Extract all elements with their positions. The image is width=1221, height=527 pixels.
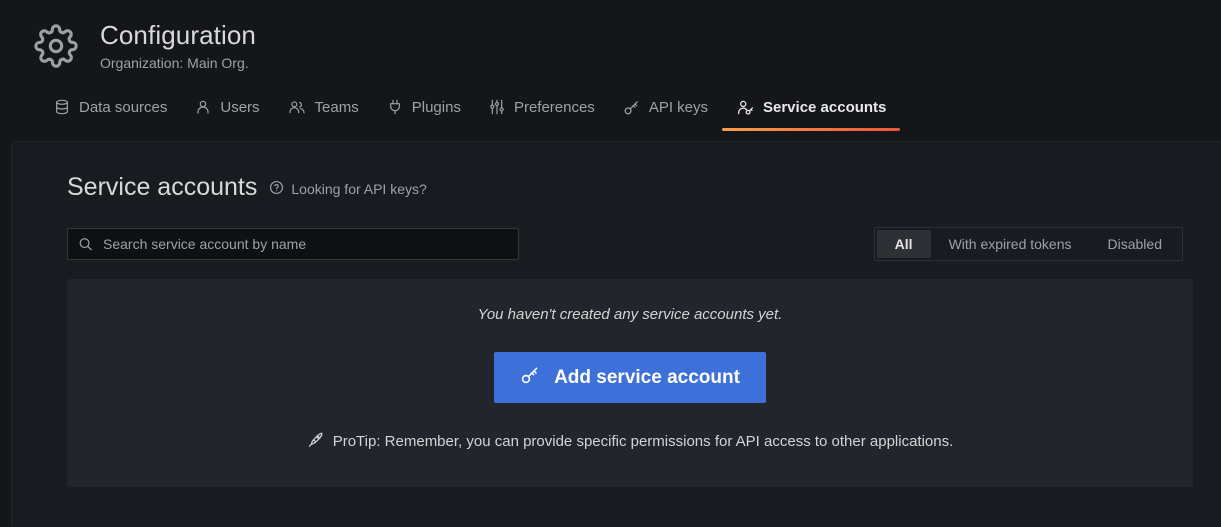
header-title-row: Configuration Organization: Main Org. (0, 0, 1221, 82)
tab-label: Data sources (79, 99, 167, 116)
tab-plugins[interactable]: Plugins (373, 88, 475, 126)
plug-icon (387, 99, 403, 115)
filter-all[interactable]: All (877, 230, 931, 258)
section-header: Service accounts Looking for API keys? (40, 142, 1193, 202)
tab-label: Teams (315, 99, 359, 116)
users-icon (288, 99, 306, 115)
search-service-account-box (67, 228, 519, 260)
page-header: Configuration Organization: Main Org. Da… (0, 0, 1221, 141)
tab-label: API keys (649, 99, 708, 116)
empty-state-card: You haven't created any service accounts… (67, 279, 1193, 487)
rocket-icon (307, 431, 324, 452)
config-tab-bar: Data sources Users Teams (0, 82, 1221, 126)
tab-data-sources[interactable]: Data sources (40, 88, 181, 126)
button-label: Add service account (554, 367, 740, 389)
add-service-account-button[interactable]: Add service account (494, 352, 766, 403)
user-icon (195, 99, 211, 115)
page-subtitle: Organization: Main Org. (100, 53, 256, 73)
question-circle-icon (269, 180, 284, 198)
filter-row: All With expired tokens Disabled (67, 227, 1193, 261)
looking-for-api-keys-link[interactable]: Looking for API keys? (269, 180, 426, 198)
page-title: Configuration (100, 19, 256, 51)
link-label: Looking for API keys? (291, 181, 426, 197)
tab-label: Users (220, 99, 259, 116)
filter-disabled[interactable]: Disabled (1090, 230, 1180, 258)
content-panel: Service accounts Looking for API keys? (11, 141, 1221, 527)
key-icon (623, 99, 640, 116)
empty-state-message: You haven't created any service accounts… (478, 304, 783, 326)
tab-label: Service accounts (763, 99, 886, 116)
user-key-icon (736, 99, 754, 116)
tab-label: Plugins (412, 99, 461, 116)
tab-label: Preferences (514, 99, 595, 116)
tab-api-keys[interactable]: API keys (609, 88, 722, 126)
header-text-block: Configuration Organization: Main Org. (100, 19, 256, 73)
gear-icon (30, 20, 82, 72)
key-icon (520, 365, 540, 391)
database-icon (54, 99, 70, 115)
tab-service-accounts[interactable]: Service accounts (722, 88, 900, 126)
tab-preferences[interactable]: Preferences (475, 88, 609, 126)
protip-text: ProTip: Remember, you can provide specif… (333, 433, 954, 450)
sliders-icon (489, 99, 505, 115)
status-filter-group: All With expired tokens Disabled (874, 227, 1183, 261)
tab-users[interactable]: Users (181, 88, 273, 126)
tab-teams[interactable]: Teams (274, 88, 373, 126)
section-title: Service accounts (67, 172, 257, 202)
filter-with-expired-tokens[interactable]: With expired tokens (931, 230, 1090, 258)
search-icon (78, 237, 93, 252)
protip-row: ProTip: Remember, you can provide specif… (307, 431, 954, 452)
search-input[interactable] (67, 228, 519, 260)
